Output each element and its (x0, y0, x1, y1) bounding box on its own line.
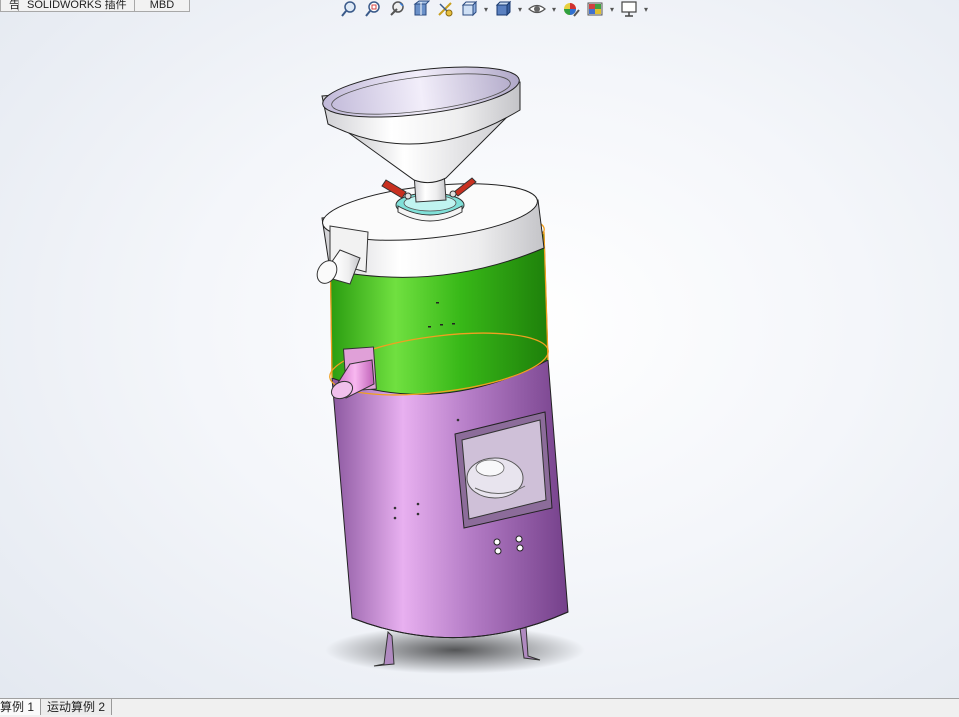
grinder-model[interactable] (313, 58, 585, 674)
tab-study-1[interactable]: 算例 1 (0, 699, 42, 715)
tab-motion-study-2[interactable]: 运动算例 2 (41, 699, 113, 715)
hopper-funnel[interactable] (320, 58, 522, 184)
study-tabs-bar: 算例 1 运动算例 2 (0, 698, 959, 717)
graphics-area[interactable] (0, 0, 959, 700)
lower-body-shell[interactable] (331, 359, 569, 639)
